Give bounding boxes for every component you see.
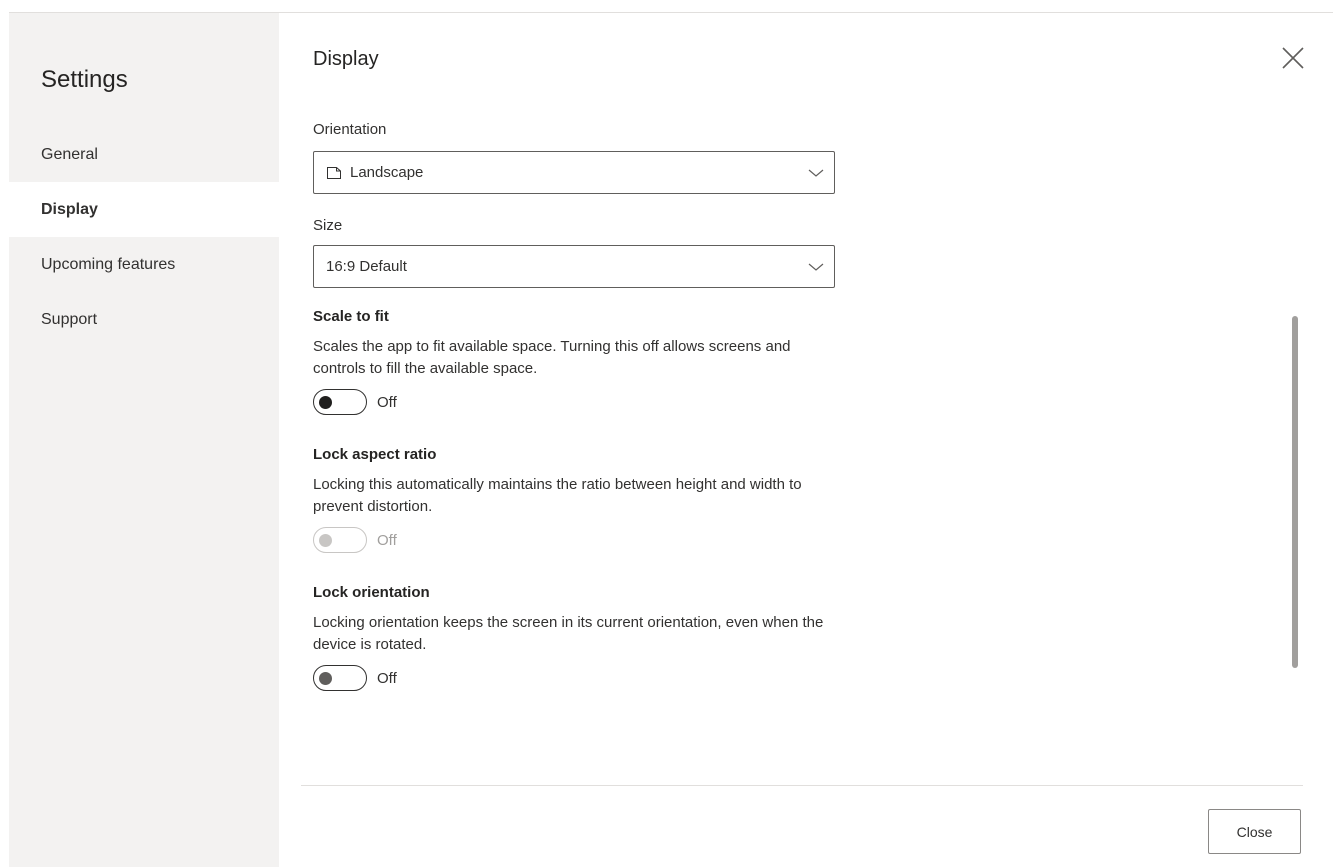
settings-nav: General Display Upcoming features Suppor…: [9, 127, 279, 347]
scale-to-fit-state: Off: [377, 393, 397, 411]
settings-dialog: Settings General Display Upcoming featur…: [9, 12, 1333, 867]
lock-orientation-state: Off: [377, 669, 397, 687]
lock-aspect-ratio-title: Lock aspect ratio: [313, 446, 437, 463]
display-settings-content: Orientation Landscape Size 16:9 Default: [313, 119, 853, 692]
footer-divider: [301, 785, 1303, 786]
display-panel: Display Orientation Landscape Size 16:9 …: [279, 13, 1333, 866]
settings-title: Settings: [41, 66, 128, 93]
toggle-knob: [319, 396, 332, 409]
lock-aspect-ratio-state: Off: [377, 531, 397, 549]
lock-aspect-ratio-description: Locking this automatically maintains the…: [313, 476, 802, 515]
settings-sidebar: Settings General Display Upcoming featur…: [9, 13, 279, 867]
lock-aspect-ratio-toggle: [313, 527, 367, 553]
lock-orientation-toggle[interactable]: [313, 665, 367, 691]
scale-to-fit-title: Scale to fit: [313, 308, 389, 325]
close-button[interactable]: Close: [1208, 809, 1301, 854]
scale-to-fit-row: Off: [313, 388, 853, 416]
lock-orientation-description: Locking orientation keeps the screen in …: [313, 614, 824, 653]
toggle-knob: [319, 534, 332, 547]
nav-item-general[interactable]: General: [9, 127, 279, 182]
orientation-label: Orientation: [313, 121, 387, 138]
vertical-scrollbar[interactable]: [1292, 316, 1298, 668]
nav-item-upcoming-features[interactable]: Upcoming features: [9, 237, 279, 292]
lock-orientation-row: Off: [313, 664, 853, 692]
panel-title: Display: [313, 48, 379, 70]
page-landscape-icon: [326, 166, 342, 180]
scale-to-fit-toggle[interactable]: [313, 389, 367, 415]
chevron-down-icon: [808, 260, 824, 272]
lock-aspect-ratio-row: Off: [313, 526, 853, 554]
size-dropdown[interactable]: 16:9 Default: [313, 245, 835, 288]
size-value: 16:9 Default: [326, 258, 407, 275]
orientation-dropdown[interactable]: Landscape: [313, 151, 835, 194]
close-icon[interactable]: [1279, 44, 1307, 72]
nav-item-display[interactable]: Display: [9, 182, 279, 237]
nav-item-support[interactable]: Support: [9, 292, 279, 347]
chevron-down-icon: [808, 166, 824, 178]
scale-to-fit-description: Scales the app to fit available space. T…: [313, 338, 791, 377]
size-label: Size: [313, 217, 343, 234]
orientation-value: Landscape: [350, 164, 424, 181]
lock-orientation-title: Lock orientation: [313, 584, 430, 601]
toggle-knob: [319, 672, 332, 685]
